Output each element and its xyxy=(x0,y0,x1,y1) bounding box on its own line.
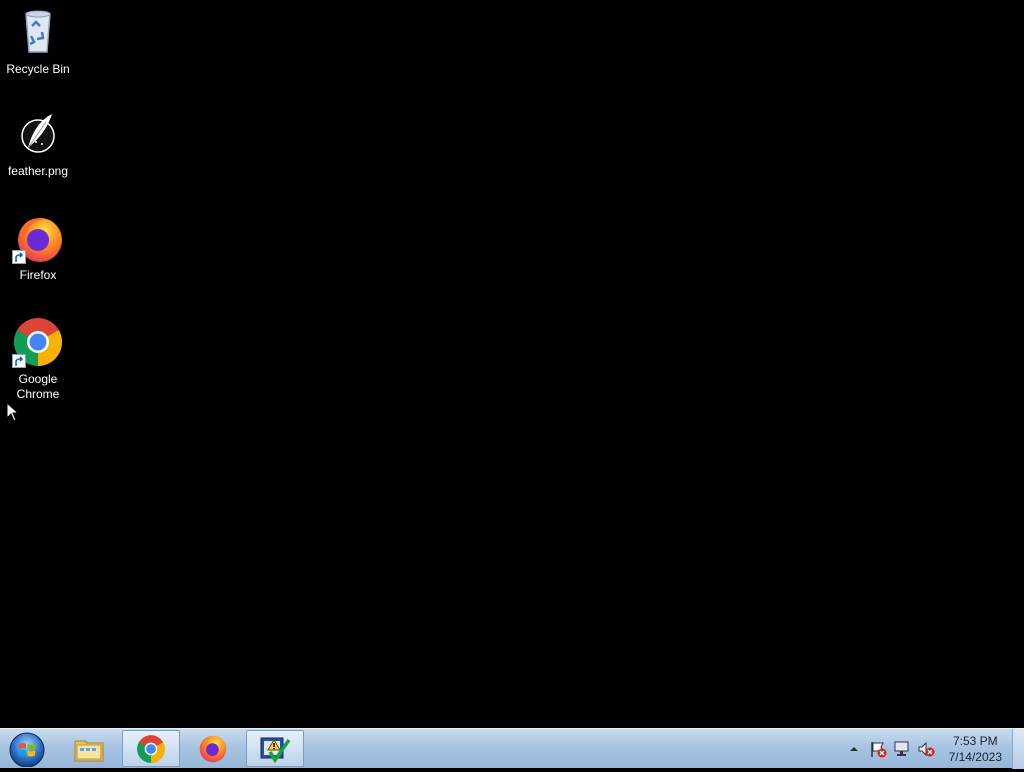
clock-time: 7:53 PM xyxy=(952,734,998,748)
action-center-flag-icon[interactable] xyxy=(869,740,887,758)
desktop[interactable]: Recycle Bin feather.png Firefox Google C… xyxy=(0,0,1024,728)
clock-date: 7/14/2023 xyxy=(948,750,1002,764)
feather-image-icon xyxy=(12,108,64,160)
shortcut-arrow-icon xyxy=(12,250,26,264)
desktop-icon-recycle-bin[interactable]: Recycle Bin xyxy=(0,6,76,77)
start-button[interactable] xyxy=(6,731,48,768)
desktop-icon-google-chrome[interactable]: Google Chrome xyxy=(0,316,76,402)
chrome-icon xyxy=(137,734,165,763)
checklist-warning-icon xyxy=(260,737,291,763)
firefox-icon xyxy=(199,735,227,762)
taskbar-chrome-button[interactable] xyxy=(122,730,180,767)
desktop-icon-firefox[interactable]: Firefox xyxy=(0,212,76,283)
taskbar: 7:53 PM 7/14/2023 xyxy=(0,728,1024,769)
volume-muted-icon[interactable] xyxy=(917,740,935,758)
taskbar-file-explorer-button[interactable] xyxy=(60,730,118,767)
system-tray: 7:53 PM 7/14/2023 xyxy=(839,729,1008,769)
firefox-icon xyxy=(12,212,64,264)
show-desktop-button[interactable] xyxy=(1012,729,1024,769)
taskbar-checklist-app-button[interactable] xyxy=(246,730,304,767)
desktop-icon-label: Firefox xyxy=(19,268,57,282)
desktop-icon-feather-png[interactable]: feather.png xyxy=(0,108,76,179)
mouse-cursor-icon xyxy=(6,401,20,422)
desktop-icon-label: feather.png xyxy=(7,164,69,178)
taskbar-firefox-button[interactable] xyxy=(184,730,242,767)
recycle-bin-icon xyxy=(12,6,64,58)
shortcut-arrow-icon xyxy=(12,354,26,368)
desktop-icon-label: Recycle Bin xyxy=(6,62,70,76)
folder-icon xyxy=(74,740,104,761)
taskbar-clock[interactable]: 7:53 PM 7/14/2023 xyxy=(949,733,1002,765)
chrome-icon xyxy=(12,316,64,368)
network-icon[interactable] xyxy=(893,740,911,758)
windows-start-icon xyxy=(9,732,45,768)
desktop-icon-label: Google Chrome xyxy=(16,372,60,401)
show-hidden-icons-arrow[interactable] xyxy=(845,740,863,758)
